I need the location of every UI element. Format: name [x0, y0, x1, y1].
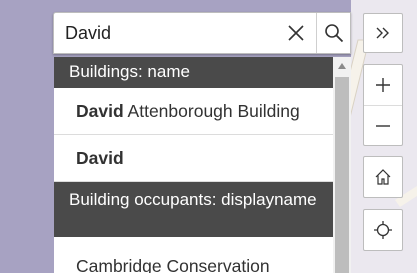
suggestion-match-text: David: [76, 147, 124, 168]
plus-icon: [376, 78, 390, 92]
close-icon: [288, 25, 304, 41]
suggestion-list: Buildings: name David Attenborough Build…: [54, 57, 333, 273]
suggestion-rest-text: Cambridge Conservation: [76, 256, 270, 273]
suggestion-item[interactable]: David Attenborough Building: [54, 88, 333, 135]
home-control: [363, 156, 403, 198]
suggestion-group-header: Building occupants: displayname: [54, 182, 333, 237]
expand-panel-button[interactable]: [363, 13, 403, 53]
locate-button[interactable]: [364, 210, 402, 250]
double-chevron-right-icon: [376, 27, 389, 39]
zoom-out-button[interactable]: [364, 105, 402, 146]
scrollbar-thumb[interactable]: [335, 77, 349, 273]
search-widget: [53, 12, 351, 54]
suggestion-match-text: David: [76, 100, 124, 121]
search-button[interactable]: [316, 13, 351, 53]
suggestion-item[interactable]: David: [54, 135, 333, 182]
zoom-in-button[interactable]: [364, 65, 402, 105]
suggestion-item[interactable]: Cambridge Conservation: [54, 237, 333, 273]
search-input[interactable]: [54, 13, 276, 53]
home-button[interactable]: [364, 157, 402, 197]
suggestion-rest-text: Attenborough Building: [123, 100, 300, 121]
locate-control: [363, 209, 403, 251]
crosshair-icon: [374, 221, 392, 239]
suggestion-group-header: Buildings: name: [54, 57, 333, 88]
zoom-control: [363, 64, 403, 146]
scroll-up-button[interactable]: [333, 57, 351, 75]
triangle-up-icon: [338, 63, 346, 69]
home-icon: [375, 169, 391, 185]
suggestion-scrollbar[interactable]: [333, 57, 351, 273]
clear-search-button[interactable]: [276, 13, 316, 53]
search-icon: [325, 24, 344, 43]
minus-icon: [376, 125, 390, 127]
